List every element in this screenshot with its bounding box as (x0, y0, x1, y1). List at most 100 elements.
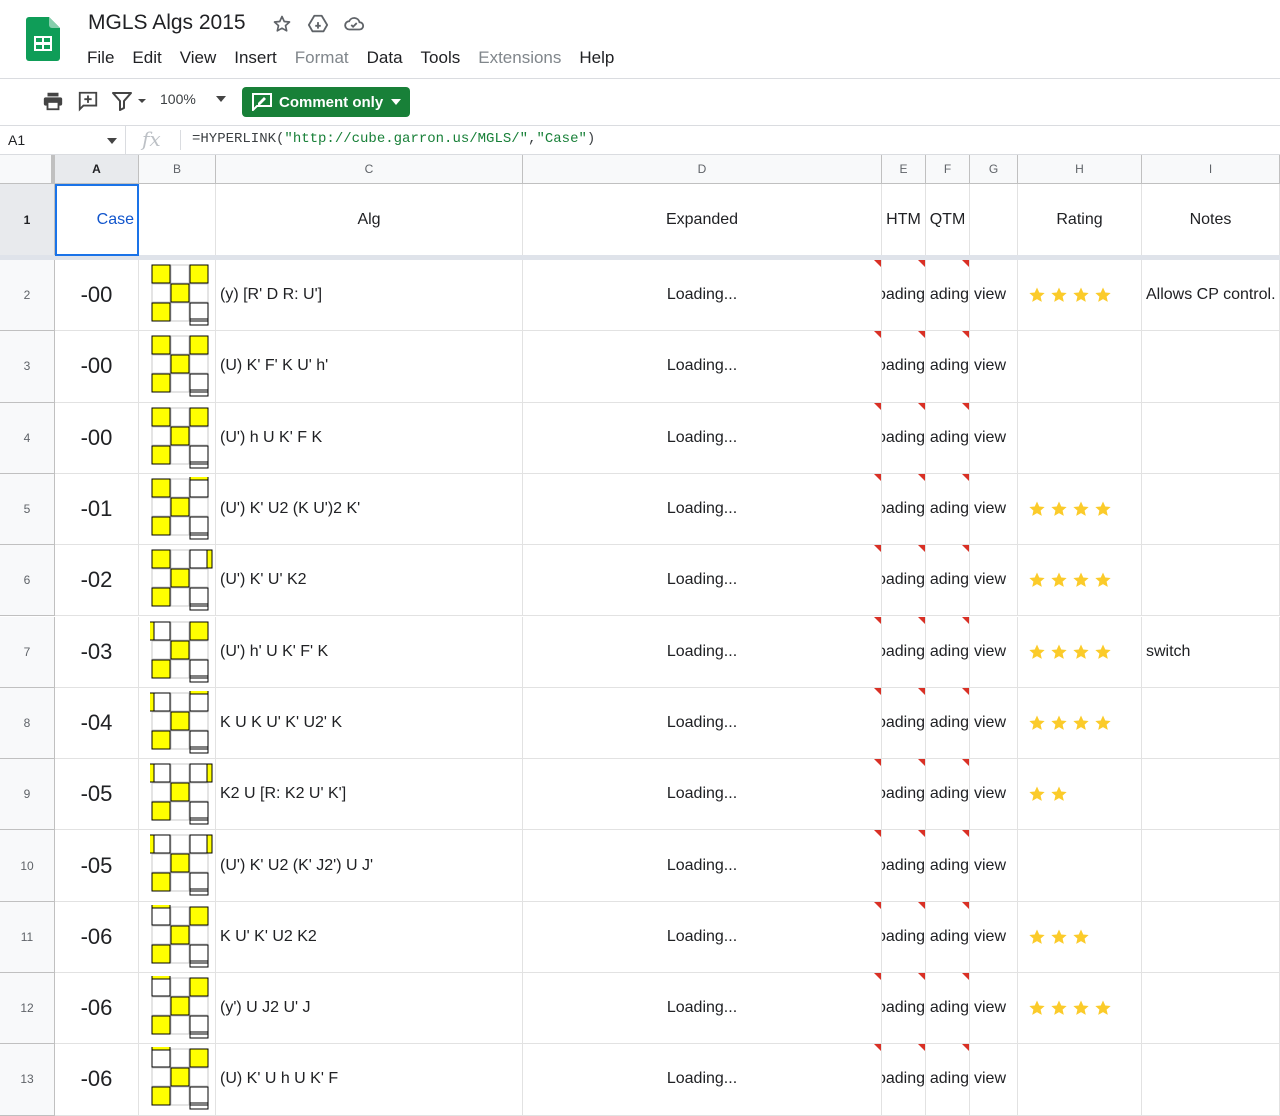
alg-cell[interactable]: K2 U [R: K2 U' K'] (216, 759, 523, 831)
comment-indicator-icon[interactable] (918, 616, 925, 624)
comment-indicator-icon[interactable] (918, 473, 925, 481)
thumbnail-cell[interactable] (139, 402, 216, 474)
rating-cell[interactable] (1018, 973, 1142, 1045)
comment-indicator-icon[interactable] (874, 402, 881, 410)
case-cell[interactable]: -06 (55, 901, 139, 973)
htm-cell[interactable]: oading (882, 830, 926, 902)
qtm-cell[interactable]: ading (926, 759, 970, 831)
menu-view[interactable]: View (171, 46, 226, 70)
header-htm[interactable]: HTM (882, 184, 926, 256)
qtm-cell[interactable]: ading (926, 830, 970, 902)
comment-indicator-icon[interactable] (962, 830, 969, 838)
comment-indicator-icon[interactable] (874, 473, 881, 481)
thumbnail-cell[interactable] (139, 901, 216, 973)
view-cell[interactable]: view (970, 402, 1018, 474)
header-case-text[interactable]: Case (97, 211, 134, 229)
alg-cell[interactable]: (U') h U K' F K (216, 402, 523, 474)
expanded-cell[interactable]: Loading... (523, 331, 882, 403)
menu-help[interactable]: Help (570, 46, 623, 70)
thumbnail-cell[interactable] (139, 545, 216, 617)
qtm-cell[interactable]: ading (926, 973, 970, 1045)
comment-indicator-icon[interactable] (874, 616, 881, 624)
notes-cell[interactable]: Allows CP control. (1142, 260, 1280, 332)
column-header-a[interactable]: A (55, 155, 139, 184)
alg-cell[interactable]: (U) K' U h U K' F (216, 1044, 523, 1116)
column-header-i[interactable]: I (1142, 155, 1280, 184)
view-cell[interactable]: view (970, 331, 1018, 403)
name-box[interactable]: A1 (0, 126, 126, 154)
alg-cell[interactable]: (U') K' U2 (K U')2 K' (216, 473, 523, 546)
htm-cell[interactable]: oading (882, 331, 926, 403)
htm-cell[interactable]: oading (882, 759, 926, 831)
add-comment-icon[interactable] (76, 89, 100, 113)
alg-cell[interactable]: K U K U' K' U2' K (216, 687, 523, 760)
rating-cell[interactable] (1018, 473, 1142, 546)
rating-cell[interactable] (1018, 830, 1142, 902)
comment-indicator-icon[interactable] (918, 1044, 925, 1052)
rating-cell[interactable] (1018, 331, 1142, 403)
expanded-cell[interactable]: Loading... (523, 260, 882, 332)
column-header-b[interactable]: B (139, 155, 216, 184)
menu-tools[interactable]: Tools (412, 46, 470, 70)
view-cell[interactable]: view (970, 759, 1018, 831)
case-cell[interactable]: -03 (55, 616, 139, 688)
comment-indicator-icon[interactable] (918, 260, 925, 267)
qtm-cell[interactable]: ading (926, 616, 970, 688)
expanded-cell[interactable]: Loading... (523, 402, 882, 474)
thumbnail-cell[interactable] (139, 260, 216, 332)
alg-cell[interactable]: (U') h' U K' F' K (216, 616, 523, 688)
htm-cell[interactable]: oading (882, 402, 926, 474)
comment-indicator-icon[interactable] (874, 830, 881, 838)
alg-cell[interactable]: (y) [R' D R: U'] (216, 260, 523, 332)
header-case[interactable]: Case (55, 184, 139, 256)
document-title[interactable]: MGLS Algs 2015 (88, 11, 246, 35)
expanded-cell[interactable]: Loading... (523, 1044, 882, 1116)
comment-indicator-icon[interactable] (962, 759, 969, 767)
qtm-cell[interactable]: ading (926, 545, 970, 617)
row-header[interactable]: 7 (0, 616, 55, 688)
comment-indicator-icon[interactable] (962, 402, 969, 410)
header-rating[interactable]: Rating (1018, 184, 1142, 256)
comment-indicator-icon[interactable] (918, 545, 925, 553)
notes-cell[interactable] (1142, 1044, 1280, 1116)
thumbnail-cell[interactable] (139, 830, 216, 902)
qtm-cell[interactable]: ading (926, 1044, 970, 1116)
row-header[interactable]: 12 (0, 973, 55, 1045)
rating-cell[interactable] (1018, 1044, 1142, 1116)
comment-indicator-icon[interactable] (874, 973, 881, 980)
thumbnail-cell[interactable] (139, 759, 216, 831)
thumbnail-cell[interactable] (139, 616, 216, 688)
htm-cell[interactable]: oading (882, 1044, 926, 1116)
comment-indicator-icon[interactable] (962, 687, 969, 695)
select-all-corner[interactable] (0, 155, 55, 184)
row-header[interactable]: 6 (0, 545, 55, 617)
row-header[interactable]: 8 (0, 687, 55, 760)
column-header-d[interactable]: D (523, 155, 882, 184)
comment-indicator-icon[interactable] (918, 759, 925, 767)
expanded-cell[interactable]: Loading... (523, 545, 882, 617)
alg-cell[interactable]: K U' K' U2 K2 (216, 901, 523, 973)
qtm-cell[interactable]: ading (926, 331, 970, 403)
notes-cell[interactable] (1142, 830, 1280, 902)
qtm-cell[interactable]: ading (926, 687, 970, 760)
comment-indicator-icon[interactable] (962, 973, 969, 980)
comment-indicator-icon[interactable] (918, 830, 925, 838)
menu-file[interactable]: File (78, 46, 123, 70)
row-header[interactable]: 4 (0, 402, 55, 474)
header-expanded[interactable]: Expanded (523, 184, 882, 256)
htm-cell[interactable]: oading (882, 973, 926, 1045)
notes-cell[interactable] (1142, 973, 1280, 1045)
row-header[interactable]: 5 (0, 473, 55, 546)
comment-indicator-icon[interactable] (962, 901, 969, 909)
view-cell[interactable]: view (970, 545, 1018, 617)
header-view[interactable] (970, 184, 1018, 256)
thumbnail-cell[interactable] (139, 973, 216, 1045)
case-cell[interactable]: -00 (55, 402, 139, 474)
case-cell[interactable]: -06 (55, 973, 139, 1045)
filter-icon[interactable] (110, 89, 150, 113)
case-cell[interactable]: -02 (55, 545, 139, 617)
comment-indicator-icon[interactable] (918, 402, 925, 410)
comment-indicator-icon[interactable] (962, 260, 969, 267)
row-header[interactable]: 10 (0, 830, 55, 902)
formula-input[interactable]: =HYPERLINK("http://cube.garron.us/MGLS/"… (192, 131, 595, 147)
